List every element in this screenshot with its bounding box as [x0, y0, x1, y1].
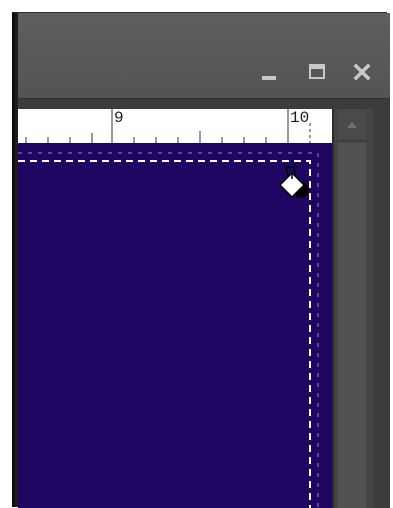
minimize-icon [262, 76, 276, 80]
app-window: 9 10 [12, 12, 390, 508]
minimize-button[interactable] [258, 61, 280, 83]
ruler-ticks [25, 109, 311, 143]
close-icon [353, 63, 371, 81]
paint-bucket-icon [278, 166, 309, 199]
ruler-label-10: 10 [290, 109, 310, 127]
scroll-up-button[interactable] [338, 109, 366, 141]
canvas[interactable] [18, 143, 332, 508]
close-button[interactable] [351, 61, 373, 83]
panel-edge [374, 109, 390, 508]
title-bar[interactable] [18, 13, 390, 99]
ruler-label-9: 9 [114, 109, 124, 127]
maximize-button[interactable] [306, 61, 328, 83]
scroll-up-arrow-icon [347, 122, 357, 128]
vertical-scrollbar[interactable] [334, 109, 374, 508]
scroll-track[interactable] [338, 143, 366, 508]
horizontal-ruler[interactable]: 9 10 [18, 109, 332, 143]
document-area: 9 10 [18, 99, 390, 508]
maximize-icon [309, 64, 325, 79]
